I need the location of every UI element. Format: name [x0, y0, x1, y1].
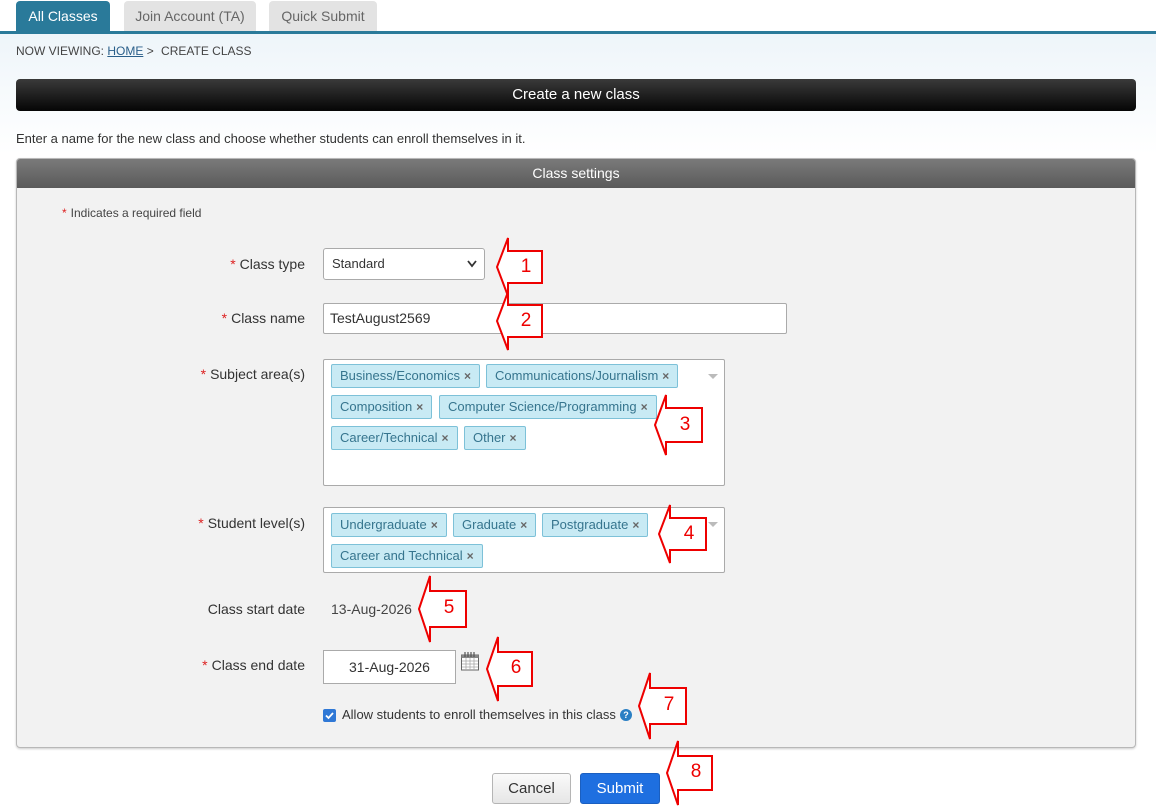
subject-areas-label: * Subject area(s) — [105, 366, 305, 382]
class-name-label-text: Class name — [231, 310, 305, 326]
remove-tag-icon[interactable]: × — [467, 549, 474, 563]
subject-tag: Composition × — [331, 395, 433, 419]
panel-title: Class settings — [17, 159, 1135, 188]
checkmark-icon — [325, 712, 334, 720]
breadcrumb-home-link[interactable]: HOME — [107, 44, 143, 58]
tag-label: Other — [473, 430, 506, 445]
callout-arrow: 8 — [665, 740, 714, 806]
cancel-button[interactable]: Cancel — [492, 773, 571, 804]
tag-label: Business/Economics — [340, 368, 460, 383]
level-tag: Graduate × — [453, 513, 537, 537]
required-star: * — [221, 310, 228, 326]
callout-number: 5 — [443, 597, 455, 618]
tab-join-account[interactable]: Join Account (TA) — [124, 1, 256, 31]
start-date-label: Class start date — [207, 601, 305, 617]
breadcrumb-separator: > — [146, 44, 154, 58]
remove-tag-icon[interactable]: × — [442, 431, 449, 445]
remove-tag-icon[interactable]: × — [431, 518, 438, 532]
required-star: * — [198, 515, 204, 531]
submit-button[interactable]: Submit — [580, 773, 660, 804]
callout-arrow: 4 — [657, 504, 708, 564]
subject-tag: Computer Science/Programming × — [439, 395, 657, 419]
breadcrumb-current: CREATE CLASS — [161, 44, 252, 58]
callout-number: 4 — [683, 523, 695, 544]
start-date-value: 13-Aug-2026 — [331, 601, 412, 617]
callout-arrow: 3 — [653, 394, 704, 456]
tag-label: Graduate — [462, 517, 517, 532]
tag-label: Communications/Journalism — [495, 368, 659, 383]
tag-label: Postgraduate — [551, 517, 629, 532]
end-date-label: * Class end date — [105, 657, 305, 673]
required-star: * — [230, 256, 236, 272]
self-enroll-label[interactable]: Allow students to enroll themselves in t… — [342, 707, 616, 722]
required-star: * — [200, 366, 207, 382]
tag-label: Computer Science/Programming — [448, 399, 637, 414]
required-star: * — [202, 657, 208, 673]
class-type-value: Standard — [332, 256, 385, 271]
subject-tag: Communications/Journalism × — [486, 364, 679, 388]
tag-label: Career and Technical — [340, 548, 463, 563]
callout-number: 3 — [679, 414, 691, 435]
subject-tag: Career/Technical × — [331, 426, 458, 450]
callout-arrow: 7 — [637, 672, 688, 740]
tag-label: Career/Technical — [340, 430, 438, 445]
tag-label: Composition — [340, 399, 413, 414]
calendar-icon[interactable] — [460, 651, 480, 674]
required-note-text: Indicates a required field — [70, 206, 202, 220]
callout-arrow: 1 — [495, 237, 544, 297]
dropdown-arrow-icon[interactable] — [708, 374, 718, 379]
required-star: * — [62, 206, 67, 220]
chevron-down-icon — [466, 249, 478, 290]
class-name-input[interactable]: TestAugust2569 — [323, 303, 787, 334]
self-enroll-checkbox[interactable] — [323, 709, 336, 722]
level-tag: Undergraduate × — [331, 513, 447, 537]
callout-number: 2 — [520, 310, 532, 331]
tab-all-classes[interactable]: All Classes — [16, 1, 110, 31]
tab-quick-submit[interactable]: Quick Submit — [269, 1, 377, 31]
callout-arrow: 6 — [485, 636, 534, 702]
help-icon[interactable]: ? — [620, 709, 632, 721]
callout-number: 6 — [510, 657, 522, 678]
remove-tag-icon[interactable]: × — [510, 431, 517, 445]
callout-number: 8 — [690, 761, 702, 782]
remove-tag-icon[interactable]: × — [416, 400, 423, 414]
callout-arrow: 5 — [417, 575, 468, 643]
class-type-label-text: Class type — [239, 256, 305, 272]
tag-label: Undergraduate — [340, 517, 427, 532]
required-note: * Indicates a required field — [62, 206, 201, 220]
breadcrumb-prefix: NOW VIEWING: — [16, 44, 104, 58]
level-tag: Postgraduate × — [542, 513, 649, 537]
subject-tag: Other × — [464, 426, 526, 450]
student-levels-label: * Student level(s) — [105, 515, 305, 531]
page-title: Create a new class — [16, 79, 1136, 111]
remove-tag-icon[interactable]: × — [641, 400, 648, 414]
end-date-label-text: Class end date — [211, 657, 305, 673]
callout-arrow: 2 — [495, 291, 544, 351]
end-date-input[interactable]: 31-Aug-2026 — [323, 650, 456, 684]
breadcrumb: NOW VIEWING: HOME > CREATE CLASS — [16, 44, 252, 58]
class-type-select[interactable]: Standard — [323, 248, 485, 280]
level-tag: Career and Technical × — [331, 544, 483, 568]
remove-tag-icon[interactable]: × — [520, 518, 527, 532]
student-levels-label-text: Student level(s) — [207, 515, 305, 531]
callout-number: 1 — [520, 256, 532, 277]
subject-tag: Business/Economics × — [331, 364, 480, 388]
dropdown-arrow-icon[interactable] — [708, 522, 718, 527]
class-type-label: * Class type — [105, 256, 305, 272]
remove-tag-icon[interactable]: × — [632, 518, 639, 532]
remove-tag-icon[interactable]: × — [662, 369, 669, 383]
intro-text: Enter a name for the new class and choos… — [16, 131, 526, 146]
subject-areas-label-text: Subject area(s) — [210, 366, 305, 382]
class-name-label: * Class name — [105, 310, 305, 326]
callout-number: 7 — [663, 694, 675, 715]
remove-tag-icon[interactable]: × — [464, 369, 471, 383]
